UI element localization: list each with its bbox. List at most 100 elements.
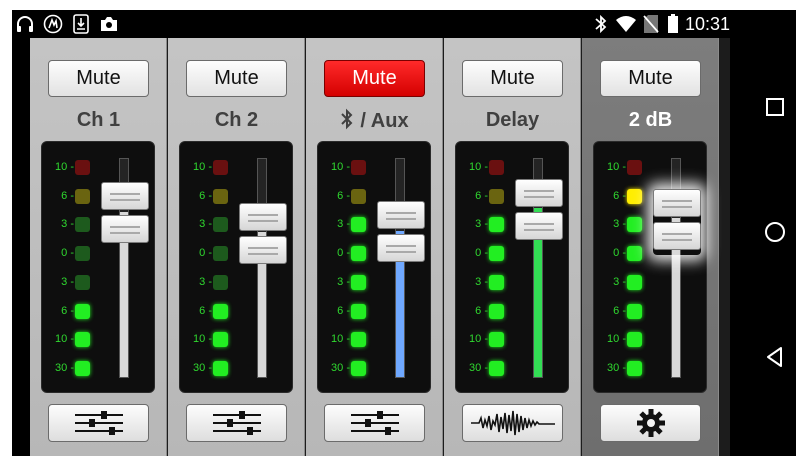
- meter-scale-label: 0 -: [199, 247, 212, 260]
- wifi-icon: [614, 14, 638, 34]
- channel-label-text: Delay: [485, 109, 540, 131]
- meter-scale-label: 3 -: [61, 275, 74, 288]
- meter-row: 10 -: [180, 330, 236, 348]
- meter-scale-label: 6 -: [337, 189, 350, 202]
- meter-led: [213, 217, 228, 233]
- eq-button[interactable]: [48, 404, 149, 442]
- home-button[interactable]: [760, 217, 790, 247]
- meter-led: [489, 303, 504, 319]
- recent-apps-icon: [766, 98, 784, 116]
- clock: 10:31: [684, 14, 730, 34]
- meter-row: 10 -: [456, 158, 512, 176]
- channel-strip: Mute Ch 2 10 - 6 - 3 - 0 - 3 - 6 - 10 - 30 -: [168, 38, 305, 456]
- eq-button[interactable]: [324, 404, 425, 442]
- mute-button[interactable]: Mute: [600, 60, 701, 97]
- fader-handle-grip: [515, 211, 563, 240]
- meter-led: [489, 188, 504, 204]
- meter-scale-label: 6 -: [613, 304, 626, 317]
- meter-led: [213, 246, 228, 262]
- meter-scale-label: 30 -: [469, 361, 488, 374]
- mute-button[interactable]: Mute: [186, 60, 287, 97]
- meter-row: 0 -: [594, 244, 650, 262]
- meter-scale-label: 10 -: [469, 333, 488, 346]
- meter-row: 10 -: [180, 158, 236, 176]
- meter-led: [627, 246, 642, 262]
- meter-led: [351, 274, 366, 290]
- meter-scale-label: 3 -: [475, 218, 488, 231]
- mute-button[interactable]: Mute: [48, 60, 149, 97]
- meter-scale-label: 10 -: [193, 161, 212, 173]
- meter-row: 10 -: [594, 158, 650, 176]
- meter-row: 30 -: [456, 359, 512, 377]
- meter-row: 30 -: [318, 359, 374, 377]
- meter-led: [627, 217, 642, 233]
- channel-label-text: Ch 1: [76, 109, 121, 131]
- download-icon: [72, 14, 90, 34]
- meter-row: 10 -: [318, 158, 374, 176]
- meter-led: [75, 217, 90, 233]
- fader-track[interactable]: [395, 158, 405, 378]
- waveform-icon: [469, 408, 557, 438]
- level-meter-panel: 10 - 6 - 3 - 0 - 3 - 6 - 10 - 30 -: [455, 141, 569, 393]
- effects-button[interactable]: [462, 404, 563, 442]
- mute-button[interactable]: Mute: [462, 60, 563, 97]
- battery-icon: [666, 14, 680, 34]
- fader-handle-grip: [101, 182, 149, 211]
- settings-button[interactable]: [600, 404, 701, 442]
- navigation-bar: [730, 10, 796, 456]
- fader-handle-grip: [515, 178, 563, 207]
- meter-scale-label: 0 -: [475, 247, 488, 260]
- meter-row: 3 -: [456, 273, 512, 291]
- channel-label-text: / Aux: [360, 110, 409, 132]
- meter-led: [489, 274, 504, 290]
- meter-row: 6 -: [318, 302, 374, 320]
- eq-sliders-icon: [71, 409, 127, 437]
- channel-label: Ch 2: [168, 108, 305, 132]
- meter-row: 3 -: [318, 215, 374, 233]
- mute-button[interactable]: Mute: [324, 60, 425, 97]
- eq-button[interactable]: [186, 404, 287, 442]
- fader-handle[interactable]: [653, 188, 701, 255]
- meter-led: [627, 274, 642, 290]
- gear-icon: [636, 408, 666, 438]
- meter-led: [213, 274, 228, 290]
- meter-led: [75, 303, 90, 319]
- meter-scale-label: 3 -: [613, 275, 626, 288]
- meter-row: 10 -: [42, 330, 98, 348]
- meter-scale-label: 3 -: [61, 218, 74, 231]
- meter-led: [213, 303, 228, 319]
- home-icon: [765, 222, 785, 242]
- mixer-panel: Mute Ch 1 10 - 6 - 3 - 0 - 3 - 6 - 10 - 30 - Mute C…: [30, 38, 730, 456]
- meter-row: 10 -: [594, 330, 650, 348]
- back-button[interactable]: [760, 342, 790, 372]
- meter-row: 6 -: [456, 302, 512, 320]
- level-meter-panel: 10 - 6 - 3 - 0 - 3 - 6 - 10 - 30 -: [41, 141, 155, 393]
- meter-scale-label: 3 -: [613, 218, 626, 231]
- meter-led: [351, 160, 366, 175]
- meter-scale-label: 10 -: [607, 161, 626, 173]
- meter-scale-label: 6 -: [337, 304, 350, 317]
- fader-handle[interactable]: [377, 201, 425, 267]
- fader-handle[interactable]: [515, 178, 563, 245]
- fader-handle-grip: [101, 215, 149, 244]
- meter-scale-label: 0 -: [61, 247, 74, 260]
- meter-scale-label: 6 -: [199, 189, 212, 202]
- channel-strip: Mute / Aux 10 - 6 - 3 - 0 - 3 - 6 - 10 - 30 -: [306, 38, 443, 456]
- fader-handle[interactable]: [101, 182, 149, 248]
- channel-strip: Mute Delay 10 - 6 - 3 - 0 - 3 - 6 - 10 - 30 -: [444, 38, 581, 456]
- fader-handle[interactable]: [239, 202, 287, 269]
- meter-scale-label: 10 -: [331, 161, 350, 173]
- fader-handle-grip: [653, 188, 701, 217]
- meter-row: 6 -: [180, 302, 236, 320]
- meter-led: [489, 246, 504, 262]
- recent-apps-button[interactable]: [760, 92, 790, 122]
- meter-row: 10 -: [318, 330, 374, 348]
- meter-scale-label: 0 -: [337, 247, 350, 260]
- meter-row: 10 -: [42, 158, 98, 176]
- fader-handle-grip: [377, 201, 425, 230]
- app-logo-icon: [42, 14, 64, 34]
- channel-strip: Mute Ch 1 10 - 6 - 3 - 0 - 3 - 6 - 10 - 30 -: [30, 38, 167, 456]
- fader-handle-grip: [239, 235, 287, 264]
- channel-label: 2 dB: [582, 108, 719, 132]
- meter-scale-label: 10 -: [55, 333, 74, 346]
